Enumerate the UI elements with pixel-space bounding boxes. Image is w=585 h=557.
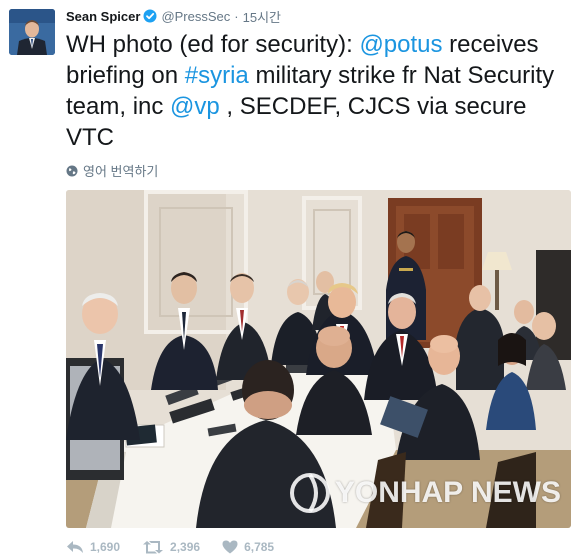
tweet-text: WH photo (ed for security): @potus recei… [66,29,576,153]
like-count: 6,785 [244,540,275,554]
tweet-card: Sean Spicer @PressSec · 15시간 WH photo (e… [0,0,585,557]
tweet-actions: 1,690 2,396 6,785 [66,537,296,557]
reply-count: 1,690 [90,540,121,554]
verified-badge-icon [143,9,157,23]
photo-watermark: YONHAP NEWS [289,472,561,514]
tweet-text-segment: WH photo (ed for security): [66,31,360,58]
heart-icon [222,540,238,554]
avatar[interactable] [9,9,55,55]
retweet-icon [142,540,164,554]
header-separator: · [234,8,239,24]
yonhap-logo-icon [289,472,331,514]
like-button[interactable]: 6,785 [222,540,274,554]
user-handle[interactable]: @PressSec [161,9,230,24]
timestamp[interactable]: 15시간 [243,7,281,26]
mention-vp-link[interactable]: @vp [170,93,220,120]
translate-button[interactable]: 영어 번역하기 [66,161,158,180]
mention-potus-link[interactable]: @potus [359,31,442,58]
hashtag-syria-link[interactable]: #syria [185,62,249,89]
user-name[interactable]: Sean Spicer [66,9,140,24]
watermark-text: YONHAP NEWS [334,476,561,509]
globe-icon [66,165,78,177]
tweet-header: Sean Spicer @PressSec · 15시간 [66,6,281,26]
reply-icon [66,540,84,554]
tweet-photo[interactable]: YONHAP NEWS [66,190,571,528]
translate-label: 영어 번역하기 [83,164,159,179]
retweet-count: 2,396 [170,540,201,554]
reply-button[interactable]: 1,690 [66,540,120,554]
retweet-button[interactable]: 2,396 [142,540,200,554]
